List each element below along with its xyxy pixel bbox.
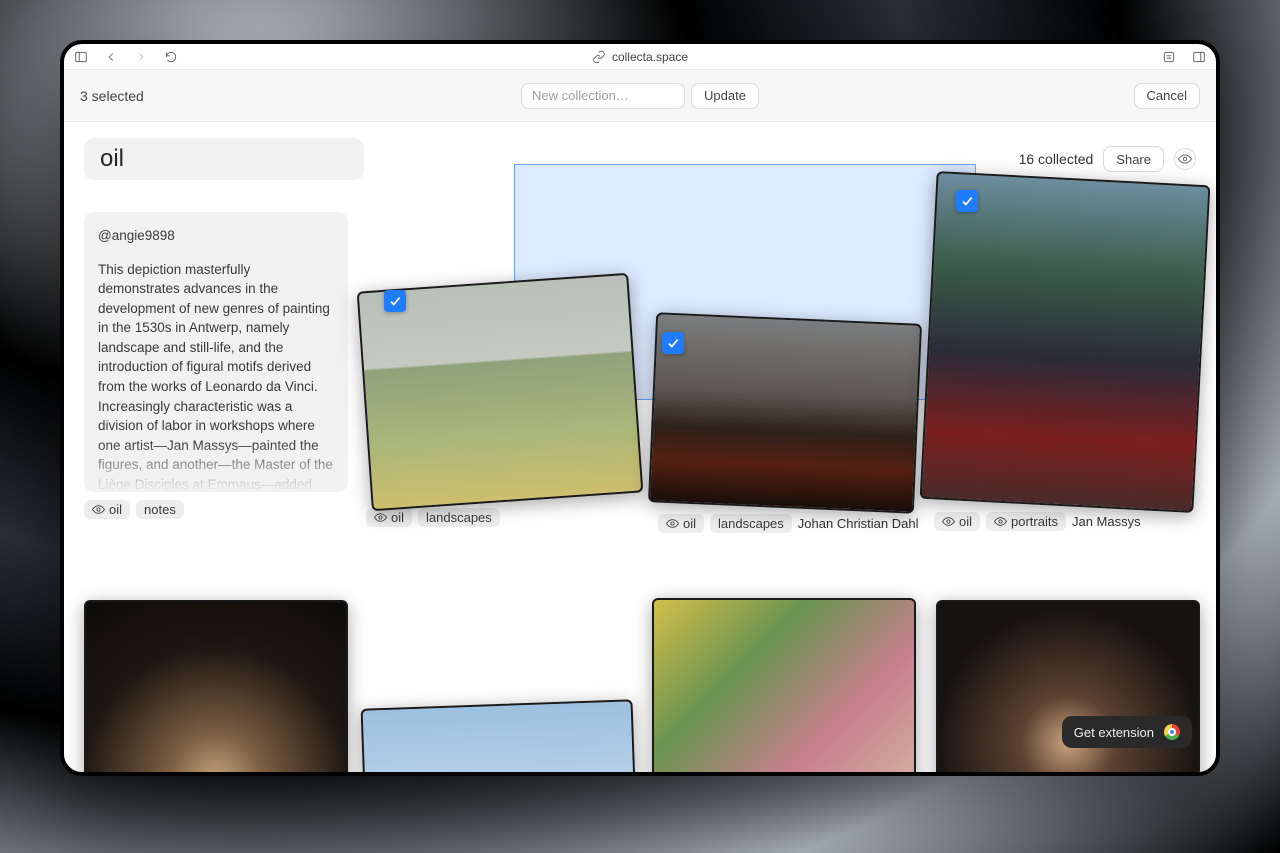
- eye-icon: [92, 503, 105, 516]
- eye-icon: [666, 517, 679, 530]
- selection-count: 3 selected: [80, 88, 144, 104]
- content-canvas: oil 16 collected Share @angie9898 This d…: [64, 122, 1216, 772]
- link-icon: [592, 50, 606, 64]
- tag-oil[interactable]: oil: [366, 508, 412, 527]
- eye-icon: [942, 515, 955, 528]
- chrome-icon: [1164, 724, 1180, 740]
- tag-notes[interactable]: notes: [136, 500, 184, 519]
- checkbox-icon[interactable]: [384, 290, 406, 312]
- artwork-tile[interactable]: oil landscapes: [364, 282, 636, 527]
- get-extension-label: Get extension: [1074, 725, 1154, 740]
- note-author: @angie9898: [98, 226, 334, 246]
- tag-portraits[interactable]: portraits: [986, 512, 1066, 531]
- share-button[interactable]: Share: [1103, 146, 1164, 172]
- artist-name: Johan Christian Dahl: [798, 516, 919, 531]
- artist-name: Jan Massys: [1072, 514, 1141, 529]
- artwork-tile[interactable]: oil portraits Jan Massys: [928, 178, 1202, 531]
- collected-count: 16 collected: [1019, 151, 1094, 167]
- cancel-button[interactable]: Cancel: [1134, 83, 1200, 109]
- browser-bar: collecta.space: [64, 44, 1216, 70]
- checkbox-icon[interactable]: [956, 190, 978, 212]
- tag-oil[interactable]: oil: [934, 512, 980, 531]
- tag-oil[interactable]: oil: [84, 500, 130, 519]
- artwork-tile[interactable]: oil landscapes Johan Christian Dahl: [652, 318, 918, 533]
- checkbox-icon[interactable]: [662, 332, 684, 354]
- device-frame: collecta.space 3 selected Update Cancel …: [60, 40, 1220, 776]
- address-bar[interactable]: collecta.space: [64, 50, 1216, 64]
- address-url: collecta.space: [612, 50, 688, 64]
- eye-icon: [374, 511, 387, 524]
- artwork-tile[interactable]: [84, 600, 348, 772]
- eye-icon: [1178, 152, 1192, 166]
- action-bar: 3 selected Update Cancel: [64, 70, 1216, 122]
- visibility-toggle[interactable]: [1174, 148, 1196, 170]
- get-extension-button[interactable]: Get extension: [1062, 716, 1192, 748]
- update-button[interactable]: Update: [691, 83, 759, 109]
- new-collection-input[interactable]: [521, 83, 685, 109]
- tag-oil[interactable]: oil: [658, 514, 704, 533]
- collection-title[interactable]: oil: [84, 138, 364, 180]
- note-tags: oil notes: [84, 500, 184, 519]
- artwork-tile[interactable]: [652, 598, 916, 772]
- tag-landscapes[interactable]: landscapes: [710, 514, 792, 533]
- note-card[interactable]: @angie9898 This depiction masterfully de…: [84, 212, 348, 492]
- eye-icon: [994, 515, 1007, 528]
- tag-landscapes[interactable]: landscapes: [418, 508, 500, 527]
- artwork-tile[interactable]: [364, 704, 636, 772]
